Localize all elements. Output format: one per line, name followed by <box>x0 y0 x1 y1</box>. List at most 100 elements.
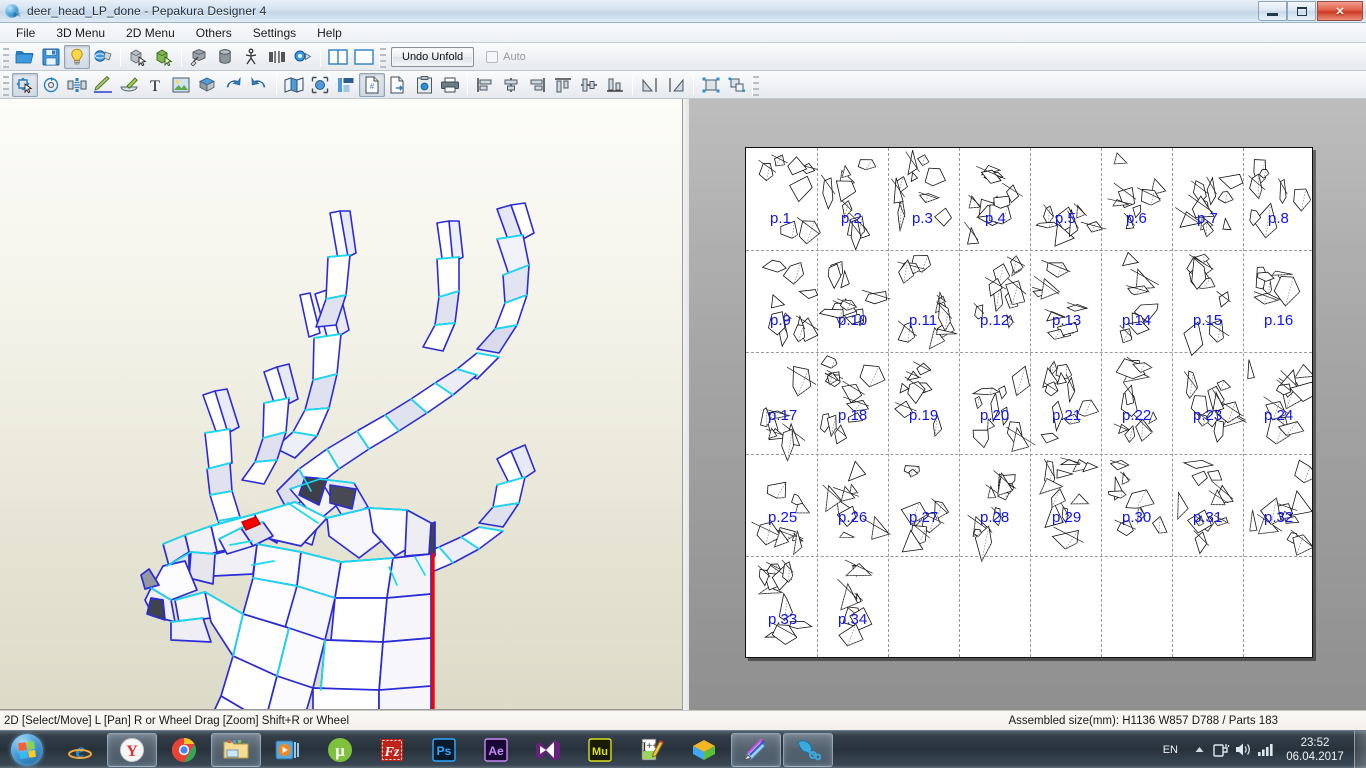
auto-checkbox-wrap[interactable]: Auto <box>486 50 526 63</box>
page-label: p.27 <box>909 509 939 526</box>
unfold-layout-icon[interactable] <box>281 73 307 97</box>
unfold-paper-sheet[interactable]: p.1 p.2 p.3 p.4 p.5 p.6 p.7 p.8 p.9 p.10… <box>745 147 1313 658</box>
taskbar-painttool[interactable] <box>731 732 781 767</box>
close-button[interactable]: ✕ <box>1317 1 1363 21</box>
taskbar-notepadpp[interactable]: ∏++ <box>627 733 677 767</box>
taskbar-pepakura[interactable] <box>783 732 833 767</box>
fit-selection-icon[interactable] <box>307 73 333 97</box>
notepad-plus-plus-icon: ∏++ <box>639 737 665 763</box>
flip-vertical-icon[interactable] <box>663 73 689 97</box>
pepakura-taskbar-icon <box>795 737 821 763</box>
align-right-icon[interactable] <box>524 73 550 97</box>
mirror-icon[interactable] <box>264 45 290 69</box>
speaker-icon[interactable] <box>1232 731 1254 768</box>
chevron-up-icon[interactable] <box>1188 731 1210 768</box>
align-center-h-icon[interactable] <box>498 73 524 97</box>
redo-icon[interactable] <box>246 73 272 97</box>
svg-text:Ae: Ae <box>488 744 504 758</box>
join-disjoin-icon[interactable] <box>64 73 90 97</box>
power-plug-icon[interactable] <box>1210 731 1232 768</box>
taskbar-yandex-browser[interactable]: Y <box>107 732 157 767</box>
open-file-icon[interactable] <box>12 45 38 69</box>
export-page-icon[interactable] <box>385 73 411 97</box>
ungroup-icon[interactable] <box>724 73 750 97</box>
page-label: p.5 <box>1055 210 1076 227</box>
page-label: p.10 <box>838 312 868 329</box>
menu-help[interactable]: Help <box>307 23 352 43</box>
language-indicator[interactable]: EN <box>1163 744 1178 756</box>
align-top-icon[interactable] <box>550 73 576 97</box>
system-tray: EN 23:52 06.04.2017 <box>1153 730 1366 768</box>
toolbar-grip[interactable] <box>2 45 9 68</box>
auto-checkbox[interactable] <box>486 50 499 63</box>
taskbar-visual-studio[interactable] <box>523 733 573 767</box>
windows-orb-icon <box>11 733 43 766</box>
adobe-muse-icon: Mu <box>587 737 613 763</box>
split-view-icon[interactable] <box>325 45 351 69</box>
flip-horizontal-icon[interactable] <box>637 73 663 97</box>
person-icon[interactable] <box>238 45 264 69</box>
window-titlebar: ✄ deer_head_LP_done - Pepakura Designer … <box>0 0 1366 23</box>
start-button[interactable] <box>0 731 54 768</box>
menu-2d[interactable]: 2D Menu <box>116 23 185 43</box>
2d-unfold-view[interactable]: p.1 p.2 p.3 p.4 p.5 p.6 p.7 p.8 p.9 p.10… <box>689 99 1366 710</box>
save-file-icon[interactable] <box>38 45 64 69</box>
image-tool-icon[interactable] <box>168 73 194 97</box>
clipboard-icon[interactable] <box>411 73 437 97</box>
select-move-icon[interactable] <box>12 72 38 97</box>
menu-file[interactable]: File <box>6 23 45 43</box>
maximize-button[interactable] <box>1287 1 1316 21</box>
unfold-pieces <box>751 150 1312 647</box>
paint-box-icon[interactable] <box>186 45 212 69</box>
clock[interactable]: 23:52 06.04.2017 <box>1276 731 1354 768</box>
edit-line-icon[interactable] <box>90 73 116 97</box>
select-face-icon[interactable] <box>125 45 151 69</box>
page-label: p.7 <box>1197 210 1218 227</box>
rotate-part-icon[interactable] <box>38 73 64 97</box>
text-tool-icon[interactable]: T <box>142 73 168 97</box>
internet-explorer-icon: e <box>67 737 93 763</box>
show-desktop-button[interactable] <box>1354 730 1366 768</box>
chrome-icon <box>171 737 197 763</box>
page-label: p.29 <box>1052 509 1082 526</box>
minimize-button[interactable] <box>1258 1 1287 21</box>
taskbar-office-suite[interactable] <box>679 733 729 767</box>
taskbar-internet-explorer[interactable]: e <box>55 733 105 767</box>
undo-unfold-button[interactable]: Undo Unfold <box>391 46 475 67</box>
align-center-v-icon[interactable] <box>576 73 602 97</box>
toolbar2-grip-2[interactable] <box>752 73 759 96</box>
taskbar-google-chrome[interactable] <box>159 733 209 767</box>
page-label: p.11 <box>909 312 938 329</box>
toolbar2-grip[interactable] <box>2 73 9 96</box>
undo-icon[interactable] <box>220 73 246 97</box>
print-icon[interactable] <box>437 73 463 97</box>
join-face-icon[interactable] <box>151 45 177 69</box>
settings-3d-icon[interactable] <box>290 45 316 69</box>
taskbar-file-explorer[interactable] <box>211 732 261 767</box>
align-bottom-icon[interactable] <box>602 73 628 97</box>
window-title: deer_head_LP_done - Pepakura Designer 4 <box>27 4 267 18</box>
network-bars-icon[interactable] <box>1254 731 1276 768</box>
lightbulb-icon[interactable] <box>64 44 90 69</box>
taskbar-photoshop[interactable]: Ps <box>419 733 469 767</box>
flap-edit-icon[interactable] <box>116 73 142 97</box>
toolbar-grip-2[interactable] <box>379 45 386 68</box>
single-view-icon[interactable] <box>351 45 377 69</box>
menu-others[interactable]: Others <box>186 23 242 43</box>
page-number-icon[interactable]: # <box>359 72 385 97</box>
taskbar-utorrent[interactable]: µ <box>315 733 365 767</box>
box-tool-icon[interactable] <box>194 73 220 97</box>
taskbar-adobe-muse[interactable]: Mu <box>575 733 625 767</box>
taskbar-media-player[interactable] <box>263 733 313 767</box>
taskbar-filezilla[interactable]: Fz <box>367 733 417 767</box>
arrange-parts-icon[interactable] <box>333 73 359 97</box>
page-label: p.22 <box>1122 407 1152 424</box>
menu-3d[interactable]: 3D Menu <box>46 23 115 43</box>
taskbar-after-effects[interactable]: Ae <box>471 733 521 767</box>
group-icon[interactable] <box>698 73 724 97</box>
3d-model-view[interactable] <box>0 99 683 710</box>
align-left-icon[interactable] <box>472 73 498 97</box>
menu-settings[interactable]: Settings <box>243 23 306 43</box>
cylinder-icon[interactable] <box>212 45 238 69</box>
rotate-3d-icon[interactable] <box>90 45 116 69</box>
